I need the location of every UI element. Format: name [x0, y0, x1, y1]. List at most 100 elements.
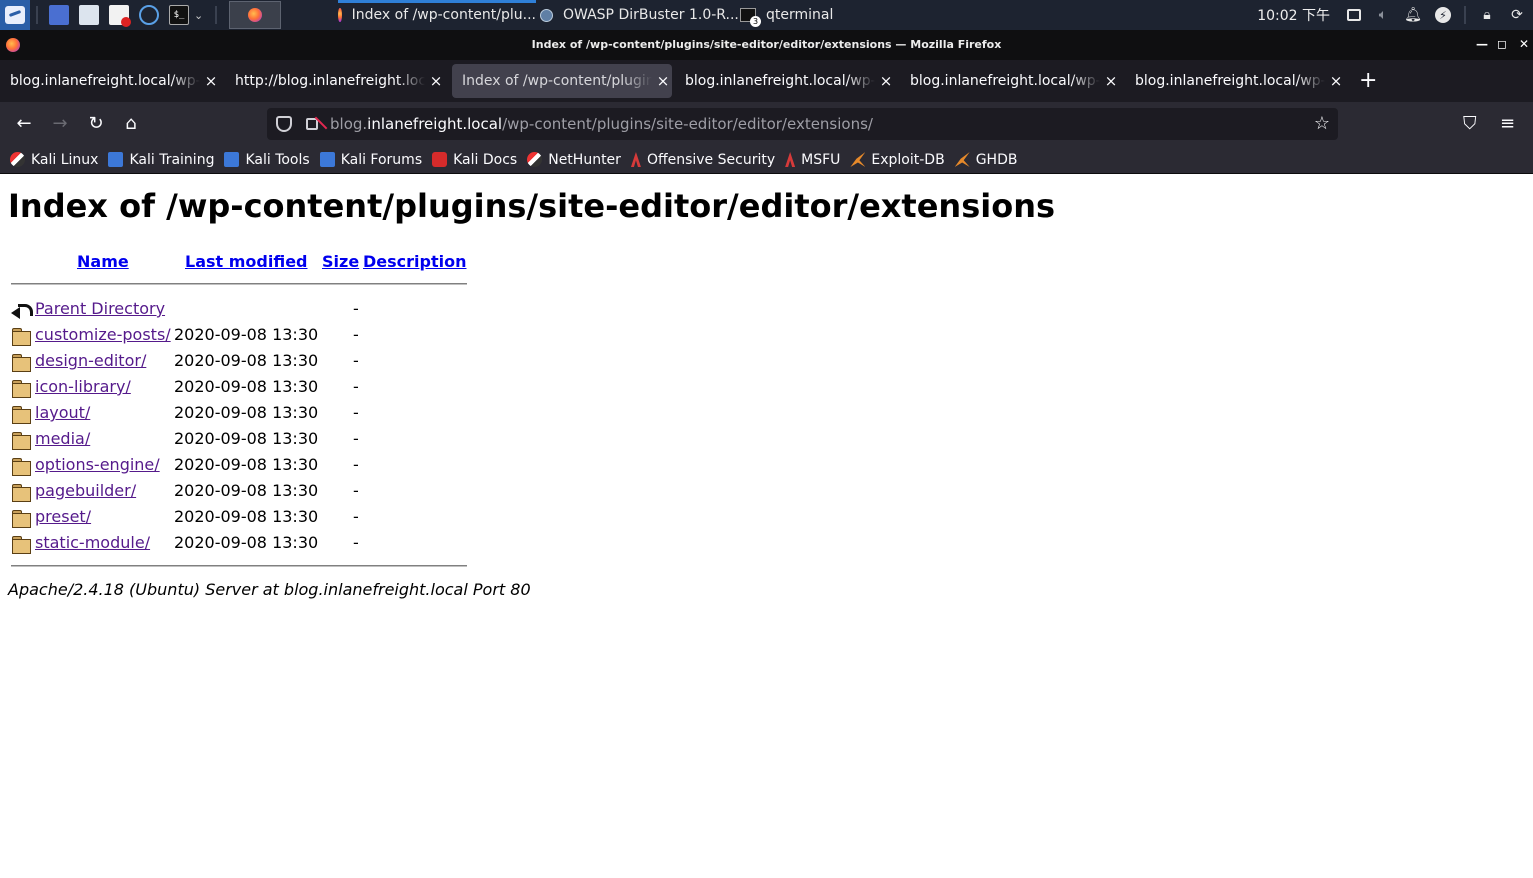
- volume-icon[interactable]: 🔈︎: [1375, 7, 1391, 23]
- browser-tab[interactable]: blog.inlanefreight.local/wp-content/plug…: [0, 64, 222, 98]
- directory-link[interactable]: layout/: [35, 403, 90, 422]
- sort-by-name-link[interactable]: Name: [77, 252, 129, 271]
- close-tab-icon[interactable]: ×: [656, 72, 670, 90]
- last-modified: 2020-09-08 13:30: [174, 455, 319, 474]
- task-dirbuster[interactable]: OWASP DirBuster 1.0-R...: [540, 0, 739, 30]
- kali-docs-icon: [432, 152, 448, 167]
- directory-link[interactable]: preset/: [35, 507, 91, 526]
- directory-link[interactable]: icon-library/: [35, 377, 131, 396]
- new-tab-plus-icon[interactable]: +: [1359, 68, 1377, 94]
- table-divider: [11, 283, 467, 285]
- folder-icon: [11, 432, 31, 450]
- show-desktop-icon[interactable]: [49, 5, 69, 25]
- bookmark-nethunter[interactable]: NetHunter: [527, 152, 621, 168]
- power-manager-icon[interactable]: ⚡︎: [1435, 7, 1451, 23]
- task-firefox[interactable]: Index of /wp-content/plu...: [338, 0, 536, 30]
- back-arrow-icon[interactable]: ←: [13, 113, 35, 135]
- taskbar-separator: [215, 6, 218, 24]
- bookmark-ghdb[interactable]: GHDB: [954, 152, 1017, 168]
- logout-icon[interactable]: ⟳: [1509, 7, 1525, 23]
- terminal-icon[interactable]: $_: [169, 5, 189, 25]
- browser-tab[interactable]: blog.inlanefreight.local/wp-content/plug…: [675, 64, 897, 98]
- page-title: Index of /wp-content/plugins/site-editor…: [8, 187, 1056, 225]
- directory-link[interactable]: design-editor/: [35, 351, 146, 370]
- kali-logo-icon: [5, 6, 25, 24]
- msfu-icon: [785, 152, 796, 167]
- browser-tab[interactable]: blog.inlanefreight.local/wp-content/plug…: [1125, 64, 1347, 98]
- url-text[interactable]: blog.inlanefreight.local/wp-content/plug…: [330, 115, 873, 133]
- directory-link[interactable]: customize-posts/: [35, 325, 171, 344]
- url-bar[interactable]: blog.inlanefreight.local/wp-content/plug…: [267, 108, 1338, 140]
- hamburger-menu-icon[interactable]: ≡: [1500, 113, 1515, 135]
- forward-arrow-icon[interactable]: →: [49, 113, 71, 135]
- sort-by-description-link[interactable]: Description: [363, 252, 466, 271]
- last-modified: 2020-09-08 13:30: [174, 481, 319, 500]
- system-tray: 10:02 下午 🔈︎ 🔔︎ ⚡︎ 🔒︎ ⟳: [1257, 0, 1533, 30]
- directory-link[interactable]: pagebuilder/: [35, 481, 136, 500]
- file-size: -: [353, 507, 359, 526]
- close-tab-icon[interactable]: ×: [1104, 72, 1118, 90]
- bookmark-offensive-security[interactable]: Offensive Security: [630, 152, 775, 168]
- text-editor-icon[interactable]: [109, 5, 131, 27]
- bookmark-exploit-db[interactable]: Exploit-DB: [850, 151, 945, 168]
- bookmark-label: Exploit-DB: [871, 151, 945, 168]
- url-path: /wp-content/plugins/site-editor/editor/e…: [502, 115, 873, 133]
- kali-menu-button[interactable]: [0, 0, 30, 30]
- home-icon[interactable]: ⌂: [120, 113, 142, 135]
- firefox-icon: [338, 8, 342, 22]
- task-label: qterminal: [766, 7, 834, 23]
- pocket-icon[interactable]: ⛉: [1463, 113, 1477, 135]
- minimize-button[interactable]: —: [1476, 37, 1488, 51]
- bookmark-label: MSFU: [801, 151, 841, 168]
- clock[interactable]: 10:02 下午: [1257, 5, 1330, 25]
- sort-by-last-modified-link[interactable]: Last modified: [185, 252, 308, 271]
- nethunter-icon: [527, 152, 543, 167]
- offsec-icon: [630, 152, 641, 167]
- insecure-lock-icon[interactable]: [306, 118, 318, 130]
- close-tab-icon[interactable]: ×: [879, 72, 893, 90]
- sort-by-size-link[interactable]: Size: [322, 252, 359, 271]
- bookmark-kali-forums[interactable]: Kali Forums: [319, 152, 422, 168]
- file-size: -: [353, 455, 359, 474]
- maximize-button[interactable]: ◻: [1497, 37, 1507, 51]
- back-arrow-icon: [11, 302, 33, 319]
- browser-tab[interactable]: http://blog.inlanefreight.local/wp-conte…: [225, 64, 447, 98]
- directory-link[interactable]: static-module/: [35, 533, 150, 552]
- navigation-toolbar: ← → ↻ ⌂ blog.inlanefreight.local/wp-cont…: [0, 102, 1533, 146]
- last-modified: 2020-09-08 13:30: [174, 429, 319, 448]
- exploit-db-icon: [850, 152, 866, 167]
- parent-directory-link[interactable]: Parent Directory: [35, 299, 165, 318]
- notification-bell-icon[interactable]: 🔔︎: [1404, 7, 1422, 23]
- chevron-down-icon[interactable]: ⌄: [194, 9, 203, 22]
- kali-training-icon: [108, 152, 124, 167]
- web-browser-icon[interactable]: [139, 5, 159, 25]
- last-modified: 2020-09-08 13:30: [174, 325, 319, 344]
- bookmark-star-icon[interactable]: ☆: [1314, 114, 1330, 134]
- reload-icon[interactable]: ↻: [85, 113, 107, 135]
- tracking-protection-shield-icon[interactable]: [276, 116, 292, 132]
- file-size: -: [353, 377, 359, 396]
- browser-tab-selected[interactable]: Index of /wp-content/plugins/site-editor…: [452, 64, 672, 98]
- close-tab-icon[interactable]: ×: [204, 72, 218, 90]
- bookmark-kali-training[interactable]: Kali Training: [108, 152, 214, 168]
- close-window-button[interactable]: ✕: [1519, 37, 1529, 51]
- kali-tools-icon: [224, 152, 240, 167]
- directory-link[interactable]: options-engine/: [35, 455, 160, 474]
- bookmark-kali-tools[interactable]: Kali Tools: [224, 152, 310, 168]
- task-qterminal[interactable]: qterminal: [740, 0, 833, 30]
- bookmark-kali-docs[interactable]: Kali Docs: [432, 152, 517, 168]
- bookmark-kali-linux[interactable]: Kali Linux: [10, 152, 98, 168]
- close-tab-icon[interactable]: ×: [429, 72, 443, 90]
- close-tab-icon[interactable]: ×: [1329, 72, 1343, 90]
- last-modified: 2020-09-08 13:30: [174, 351, 319, 370]
- display-icon[interactable]: [1347, 9, 1361, 21]
- bookmark-label: Kali Training: [129, 151, 215, 168]
- file-manager-icon[interactable]: [79, 5, 99, 25]
- firefox-workspace-button[interactable]: [229, 1, 282, 29]
- bookmark-label: Kali Docs: [453, 151, 518, 168]
- file-size: -: [353, 299, 359, 318]
- directory-link[interactable]: media/: [35, 429, 90, 448]
- bookmark-msfu[interactable]: MSFU: [785, 152, 840, 168]
- lock-screen-icon[interactable]: 🔒︎: [1479, 7, 1495, 23]
- browser-tab[interactable]: blog.inlanefreight.local/wp-content/plug…: [900, 64, 1122, 98]
